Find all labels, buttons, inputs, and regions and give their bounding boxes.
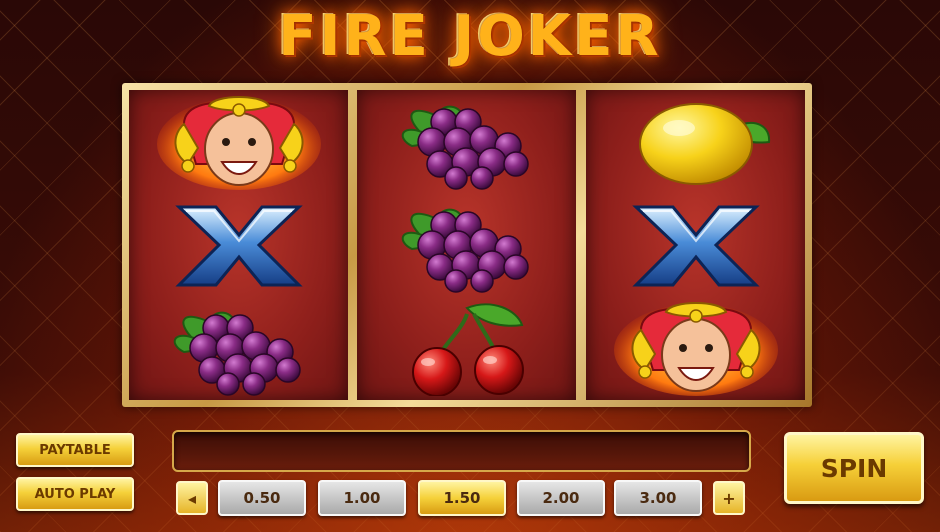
- reel-3-row-2-cell: [586, 193, 805, 296]
- lemon-symbol-icon: [638, 102, 770, 185]
- reel-2-row-1-cell: [357, 90, 576, 193]
- x-symbol-icon: [634, 205, 757, 286]
- reel-1: [129, 90, 348, 400]
- bet-option-1-50[interactable]: 1.50: [418, 480, 506, 516]
- reel-3-row-3-cell: [586, 296, 805, 399]
- grapes-symbol-icon: [401, 208, 529, 293]
- reel-1-row-3-cell: [129, 296, 348, 399]
- grapes-symbol-icon: [173, 311, 301, 396]
- reel-frame: [122, 83, 812, 407]
- reel-2: [357, 90, 576, 400]
- message-bar: [172, 430, 751, 472]
- bet-option-3-00[interactable]: 3.00: [614, 480, 702, 516]
- bet-option-1-00[interactable]: 1.00: [318, 480, 406, 516]
- reel-3-row-1-cell: [586, 90, 805, 193]
- joker-symbol-icon: [155, 95, 322, 190]
- reel-1-row-2-cell: [129, 193, 348, 296]
- game-title: FIRE JOKER: [278, 4, 662, 69]
- reel-2-row-2-cell: [357, 193, 576, 296]
- bet-option-2-00[interactable]: 2.00: [517, 480, 605, 516]
- bet-option-0-50[interactable]: 0.50: [218, 480, 306, 516]
- reel-2-row-3-cell: [357, 296, 576, 399]
- cherries-symbol-icon: [410, 301, 525, 396]
- joker-symbol-icon: [612, 301, 779, 396]
- reel-3: [586, 90, 805, 400]
- paytable-button[interactable]: PAYTABLE: [16, 433, 134, 467]
- grapes-symbol-icon: [401, 105, 529, 190]
- spin-button[interactable]: SPIN: [784, 432, 924, 504]
- x-symbol-icon: [177, 205, 300, 286]
- reel-1-row-1-cell: [129, 90, 348, 193]
- decrease-bet-button[interactable]: ◂: [176, 481, 208, 515]
- increase-bet-button[interactable]: +: [713, 481, 745, 515]
- autoplay-button[interactable]: AUTO PLAY: [16, 477, 134, 511]
